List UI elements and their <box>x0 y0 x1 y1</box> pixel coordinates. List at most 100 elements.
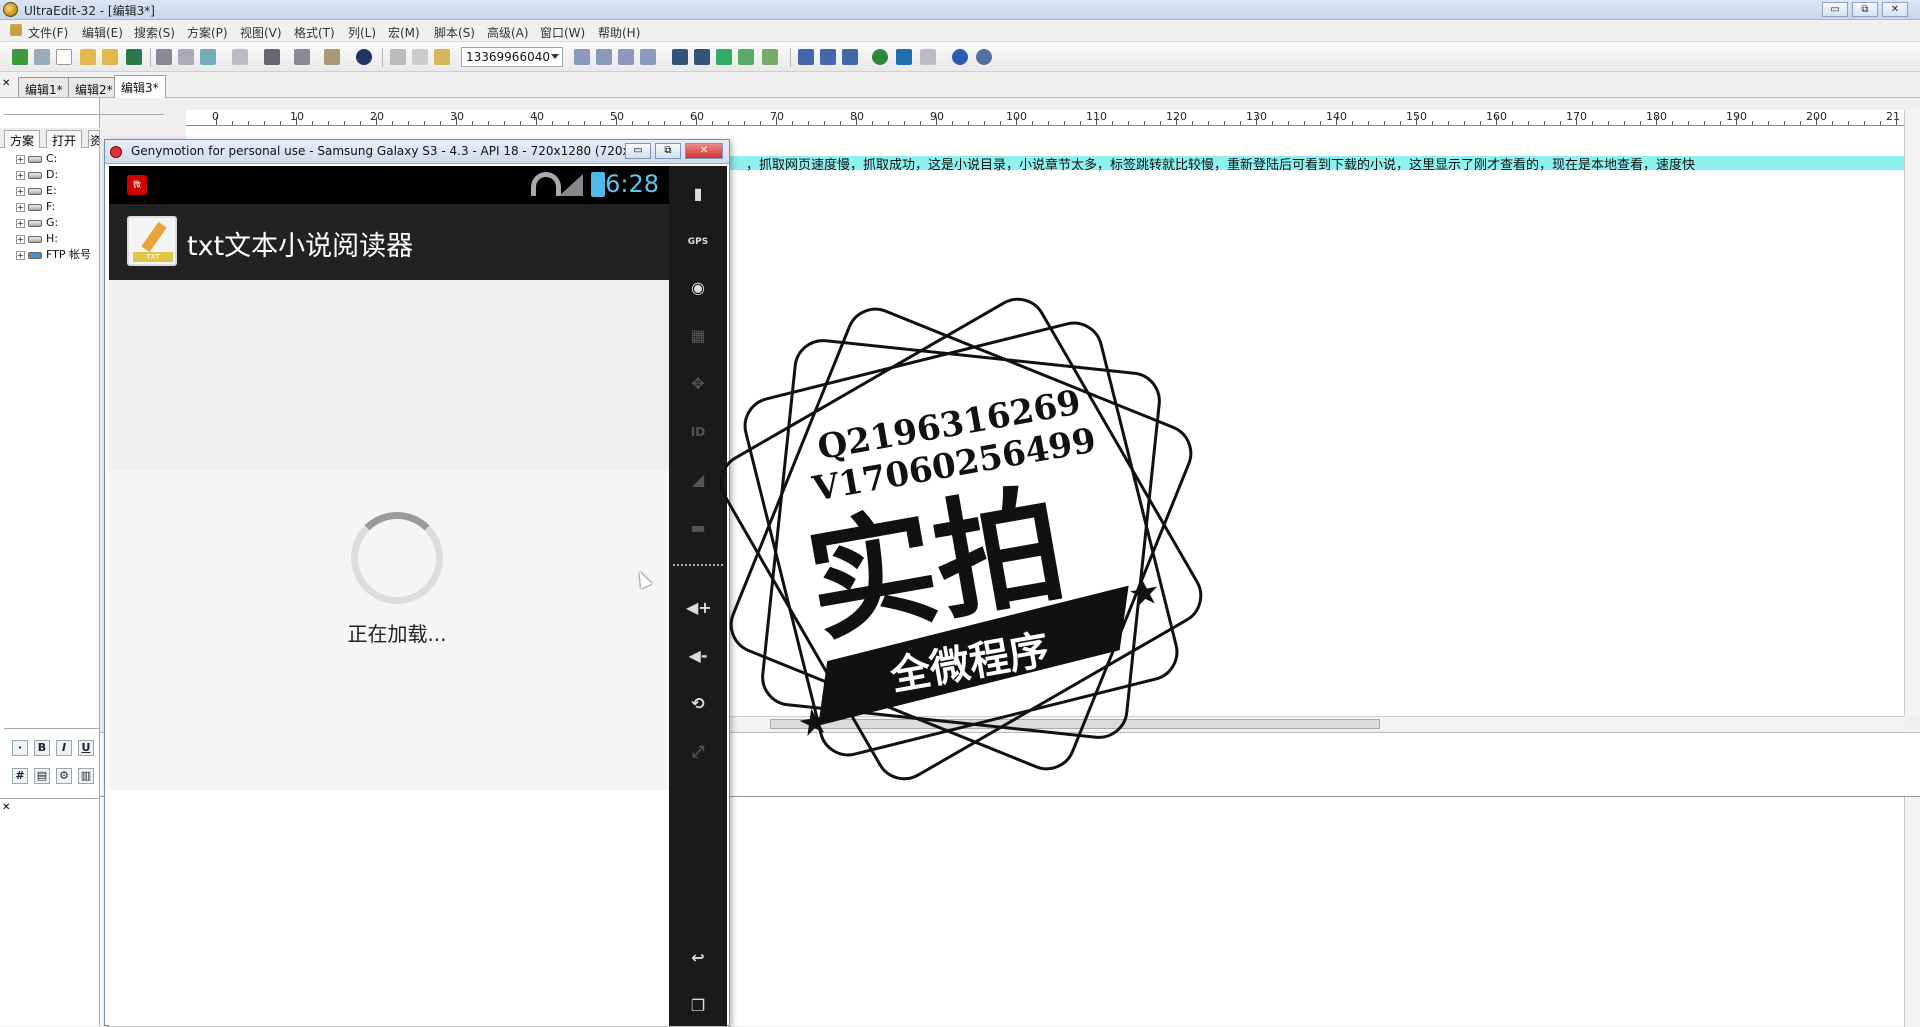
tab-edit2[interactable]: 编辑2* <box>68 77 120 97</box>
align-center-icon[interactable] <box>596 49 612 65</box>
split-vertical-icon[interactable] <box>820 49 836 65</box>
back-icon[interactable] <box>12 49 28 65</box>
rotate-icon[interactable]: ⟲ <box>686 692 710 716</box>
editor-line[interactable]: ，抓取网页速度慢，抓取成功，这是小说目录，小说章节太多，标签跳转就比较慢，重新登… <box>746 154 1695 173</box>
expand-icon[interactable]: + <box>16 170 25 180</box>
gps-icon[interactable]: GPS <box>686 230 710 254</box>
table-icon[interactable]: # <box>12 768 28 784</box>
recents-icon[interactable]: ❐ <box>686 994 710 1018</box>
info-icon[interactable] <box>952 49 968 65</box>
list-icon[interactable] <box>264 49 280 65</box>
hex-icon[interactable] <box>294 49 310 65</box>
document-menu-icon[interactable] <box>10 24 22 36</box>
volume-up-icon[interactable]: ◀+ <box>686 596 712 620</box>
menu-window[interactable]: 窗口(W) <box>540 24 585 41</box>
emulator-close-button[interactable]: ✕ <box>685 143 723 159</box>
drive-g[interactable]: + G: <box>16 216 58 230</box>
back-icon[interactable]: ↩ <box>686 946 710 970</box>
expand-icon[interactable]: + <box>16 218 25 228</box>
ftp-accounts[interactable]: + FTP 帐号 <box>16 248 91 262</box>
drive-f[interactable]: + F: <box>16 200 55 214</box>
settings-icon[interactable] <box>920 49 936 65</box>
drive-h[interactable]: + H: <box>16 232 58 246</box>
editor-vertical-scrollbar[interactable] <box>1904 110 1920 716</box>
find-next-icon[interactable] <box>694 49 710 65</box>
camera-icon[interactable]: ◉ <box>686 276 710 300</box>
android-screen[interactable]: 微 6:28 TXT txt文本小说阅读器 正在加载... <box>109 166 669 1026</box>
dpad-icon[interactable]: ✥ <box>686 372 710 396</box>
expand-icon[interactable]: + <box>16 154 25 164</box>
battery-icon[interactable]: ▮ <box>686 182 710 206</box>
globe-icon[interactable] <box>872 49 888 65</box>
menu-help[interactable]: 帮助(H) <box>598 24 640 41</box>
id-icon[interactable]: ID <box>686 420 710 444</box>
menu-format[interactable]: 格式(T) <box>294 24 335 41</box>
tab-explorer[interactable]: 资源管理器 <box>88 130 100 148</box>
maximize-button[interactable]: ⧉ <box>1852 2 1878 17</box>
copy-icon[interactable] <box>412 49 428 65</box>
align-left-icon[interactable] <box>574 49 590 65</box>
page-setup-icon[interactable] <box>200 49 216 65</box>
menu-advanced[interactable]: 高级(A) <box>487 24 529 41</box>
close-output-icon[interactable]: ✕ <box>2 802 10 813</box>
open-folder-icon[interactable] <box>80 49 96 65</box>
link-icon[interactable]: ⚙ <box>56 768 72 784</box>
paste-icon[interactable] <box>434 49 450 65</box>
menu-script[interactable]: 脚本(S) <box>434 24 475 41</box>
expand-icon[interactable]: + <box>16 234 25 244</box>
goto-icon[interactable] <box>762 49 778 65</box>
clipboard-combo[interactable]: 13369966040 <box>461 47 563 67</box>
drive-e[interactable]: + E: <box>16 184 57 198</box>
drive-d[interactable]: + D: <box>16 168 58 182</box>
emulator-minimize-button[interactable]: ▭ <box>625 143 651 159</box>
drive-c[interactable]: + C: <box>16 152 57 166</box>
justify-icon[interactable] <box>640 49 656 65</box>
menu-column[interactable]: 列(L) <box>348 24 376 41</box>
menu-file[interactable]: 文件(F) <box>28 24 68 41</box>
open-folder-2-icon[interactable] <box>102 49 118 65</box>
menu-search[interactable]: 搜索(S) <box>134 24 175 41</box>
cascade-icon[interactable] <box>842 49 858 65</box>
image-icon[interactable]: ▤ <box>34 768 50 784</box>
bold-icon[interactable]: B <box>34 740 50 756</box>
tab-edit1[interactable]: 编辑1* <box>18 77 70 97</box>
ultraedit-app-icon[interactable] <box>3 2 18 17</box>
format-icon[interactable]: · <box>12 740 28 756</box>
split-horizontal-icon[interactable] <box>798 49 814 65</box>
output-scrollbar[interactable] <box>1904 797 1920 1027</box>
book-icon[interactable] <box>324 49 340 65</box>
fullscreen-icon[interactable]: ⤢ <box>686 740 710 764</box>
menu-view[interactable]: 视图(V) <box>240 24 282 41</box>
expand-icon[interactable]: + <box>16 202 25 212</box>
align-right-icon[interactable] <box>618 49 634 65</box>
replace-icon[interactable] <box>738 49 754 65</box>
ftp-icon[interactable] <box>896 49 912 65</box>
find-icon[interactable] <box>672 49 688 65</box>
tab-project[interactable]: 方案 <box>4 130 41 148</box>
expand-icon[interactable]: + <box>16 186 25 196</box>
tab-edit3[interactable]: 编辑3* <box>114 75 166 98</box>
save-icon[interactable] <box>126 49 142 65</box>
cut-icon[interactable] <box>390 49 406 65</box>
forward-icon[interactable] <box>34 49 50 65</box>
menu-project[interactable]: 方案(P) <box>187 24 228 41</box>
word-wrap-icon[interactable] <box>232 49 248 65</box>
app-icon[interactable]: TXT <box>127 216 177 266</box>
new-file-icon[interactable] <box>56 49 72 65</box>
expand-icon[interactable]: + <box>16 250 25 260</box>
clapper-icon[interactable]: ▦ <box>686 324 710 348</box>
anchor-icon[interactable]: ▥ <box>78 768 94 784</box>
rss-icon[interactable]: ◢ <box>686 468 710 492</box>
about-icon[interactable] <box>976 49 992 65</box>
print-preview-icon[interactable] <box>178 49 194 65</box>
menu-macro[interactable]: 宏(M) <box>388 24 420 41</box>
find-prev-icon[interactable] <box>716 49 732 65</box>
print-icon[interactable] <box>156 49 172 65</box>
sms-icon[interactable]: ▬ <box>686 516 710 540</box>
tab-open[interactable]: 打开 <box>46 130 83 148</box>
close-panel-icon[interactable]: ✕ <box>2 78 10 89</box>
emulator-maximize-button[interactable]: ⧉ <box>655 143 681 159</box>
minimize-button[interactable]: ▭ <box>1822 2 1848 17</box>
browser-icon[interactable] <box>356 49 372 65</box>
underline-icon[interactable]: U <box>78 740 94 756</box>
